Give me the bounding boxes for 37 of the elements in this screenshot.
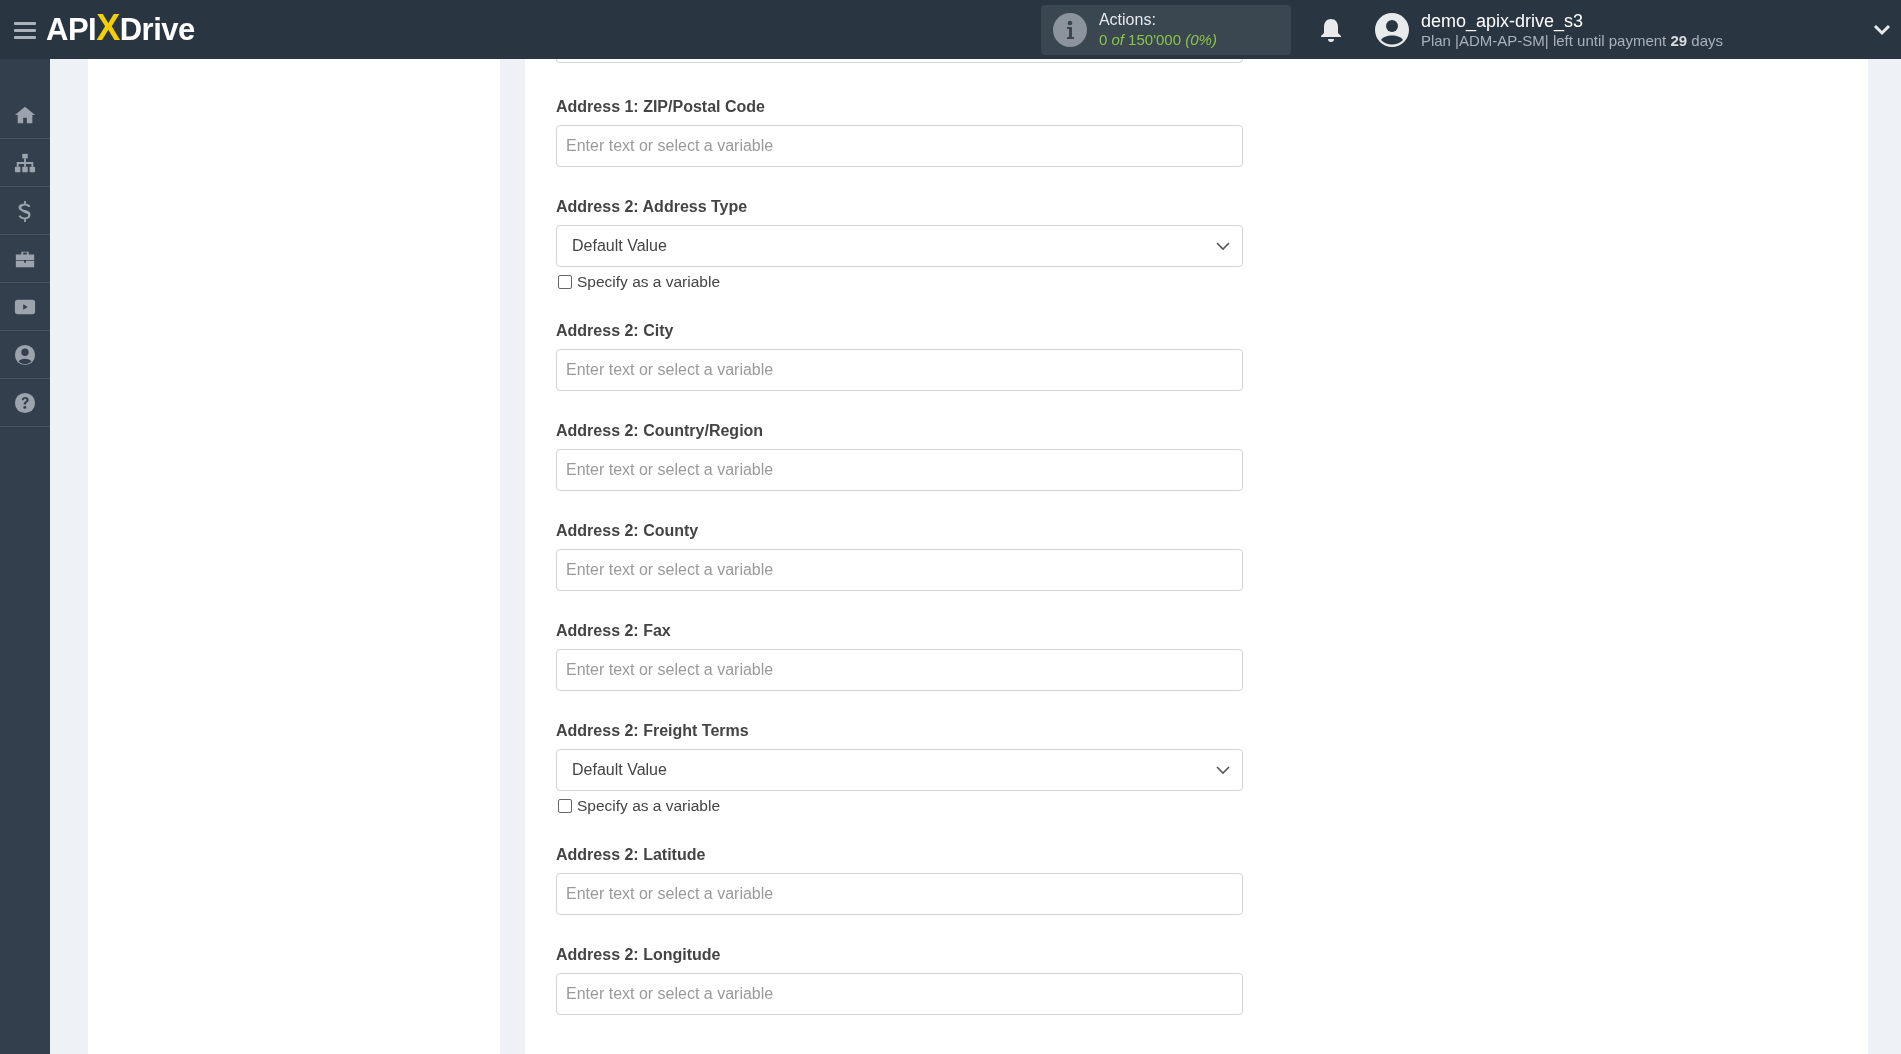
caret-icon (1216, 765, 1230, 775)
field-label: Address 2: Freight Terms (556, 722, 750, 741)
input-field[interactable]: Enter text or select a variable (556, 649, 1243, 691)
logo[interactable]: APIXDrive (46, 10, 195, 49)
field-label: Address 1: ZIP/Postal Code (556, 98, 766, 117)
field-label: Address 2: City (556, 322, 675, 341)
select-field[interactable]: Default Value (556, 225, 1243, 267)
menu-icon[interactable] (14, 20, 36, 39)
input-field[interactable]: Enter text or select a variable (556, 125, 1243, 167)
checkbox[interactable] (558, 799, 572, 813)
bell-icon[interactable] (1318, 16, 1343, 43)
field-label: Address 2: Latitude (556, 846, 707, 865)
input-field[interactable]: Enter text or select a variable (556, 873, 1243, 915)
caret-icon (1216, 241, 1230, 251)
actions-usage: 0 of 150'000 (0%) (1098, 31, 1217, 48)
actions-label: Actions: (1098, 11, 1157, 29)
checkbox[interactable] (558, 275, 572, 289)
field-label: Address 2: Country/Region (556, 422, 765, 441)
field-label: Address 2: Fax (556, 622, 672, 641)
select-field[interactable]: Default Value (556, 749, 1243, 791)
help-icon[interactable] (14, 391, 36, 414)
checkbox-label: Specify as a variable (577, 797, 721, 815)
username[interactable]: demo_apix-drive_s3 (1420, 10, 1723, 32)
input-field[interactable]: Enter text or select a variable (556, 349, 1243, 391)
field-label: Address 2: Longitude (556, 946, 722, 965)
info-icon (1052, 12, 1087, 47)
input-field[interactable]: Enter text or select a variable (556, 973, 1243, 1015)
avatar-icon[interactable] (1374, 12, 1409, 47)
checkbox-label: Specify as a variable (577, 273, 721, 291)
input-field[interactable]: Enter text or select a variable (556, 449, 1243, 491)
plan-info: Plan |ADM-AP-SM| left until payment 29 days (1420, 31, 1723, 49)
field-label: Address 2: County (556, 522, 700, 541)
chevron-icon[interactable] (1873, 23, 1891, 36)
input-field[interactable]: Enter text or select a variable (556, 549, 1243, 591)
sitemap-icon[interactable] (14, 151, 36, 174)
field-label: Address 2: Address Type (556, 198, 749, 217)
user-icon[interactable] (14, 343, 36, 366)
